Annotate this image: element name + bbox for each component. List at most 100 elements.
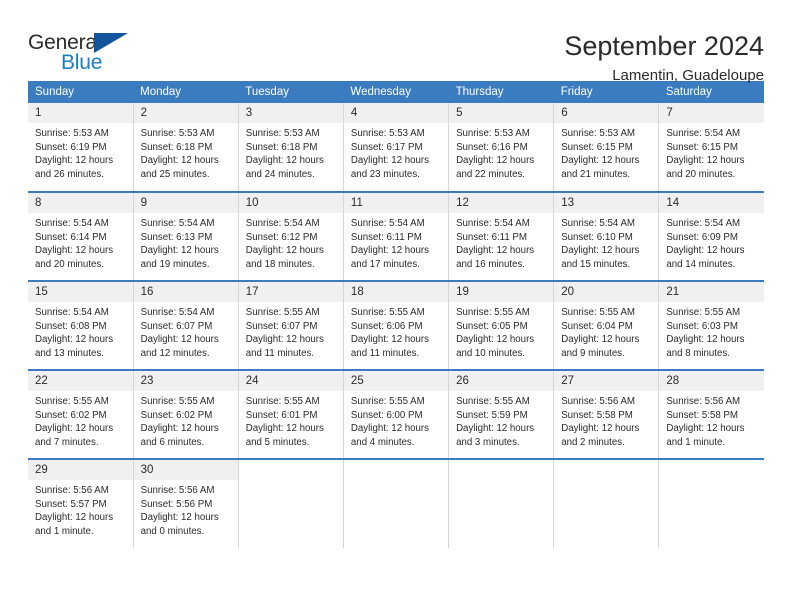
day-details: Sunrise: 5:53 AM Sunset: 6:16 PM Daylight:… bbox=[449, 123, 553, 181]
calendar-day-cell[interactable]: 23 Sunrise: 5:55 AM Sunset: 6:02 PM Dayligh… bbox=[133, 369, 239, 459]
calendar-day-cell[interactable]: 29 Sunrise: 5:56 AM Sunset: 5:57 PM Dayligh… bbox=[28, 458, 134, 548]
calendar-day-cell[interactable]: 4 Sunrise: 5:53 AM Sunset: 6:17 PM Daylight… bbox=[343, 103, 450, 192]
calendar-day-cell[interactable]: 10 Sunrise: 5:54 AM Sunset: 6:12 PM Dayligh… bbox=[238, 191, 344, 281]
daylight-text-line1: Daylight: 12 hours bbox=[666, 334, 745, 346]
day-number: 14 bbox=[659, 193, 764, 213]
title-block: September 2024 Lamentin, Guadeloupe bbox=[564, 30, 764, 86]
sunrise-text: Sunrise: 5:55 AM bbox=[35, 396, 109, 407]
calendar-empty-cell bbox=[238, 458, 344, 548]
daylight-text-line2: and 20 minutes. bbox=[35, 258, 104, 270]
day-details: Sunrise: 5:55 AM Sunset: 6:01 PM Daylight:… bbox=[239, 391, 343, 449]
day-number-empty bbox=[238, 460, 343, 480]
sunset-text: Sunset: 6:15 PM bbox=[561, 141, 633, 153]
calendar-day-cell[interactable]: 2 Sunrise: 5:53 AM Sunset: 6:18 PM Daylight… bbox=[133, 103, 239, 192]
calendar-day-cell[interactable]: 11 Sunrise: 5:54 AM Sunset: 6:11 PM Dayligh… bbox=[343, 191, 450, 281]
calendar-day-cell[interactable]: 25 Sunrise: 5:55 AM Sunset: 6:00 PM Dayligh… bbox=[343, 369, 450, 459]
day-number: 25 bbox=[343, 371, 449, 391]
calendar-day-cell[interactable]: 19 Sunrise: 5:55 AM Sunset: 6:05 PM Dayligh… bbox=[448, 280, 555, 370]
day-details: Sunrise: 5:53 AM Sunset: 6:17 PM Daylight:… bbox=[344, 123, 448, 181]
sunset-text: Sunset: 6:12 PM bbox=[245, 231, 318, 243]
sunset-text: Sunset: 6:16 PM bbox=[456, 141, 528, 153]
day-details: Sunrise: 5:55 AM Sunset: 6:03 PM Daylight:… bbox=[659, 302, 764, 360]
sunrise-text: Sunrise: 5:54 AM bbox=[666, 218, 741, 229]
daylight-text-line2: and 1 minute. bbox=[666, 436, 726, 448]
calendar-day-cell[interactable]: 24 Sunrise: 5:55 AM Sunset: 6:01 PM Dayligh… bbox=[238, 369, 344, 459]
sunset-text: Sunset: 6:07 PM bbox=[245, 320, 318, 332]
sunrise-text: Sunrise: 5:54 AM bbox=[350, 218, 425, 229]
page-header: General Blue September 2024 Lamentin, Gu… bbox=[28, 0, 764, 84]
calendar-table: Sunday Monday Tuesday Wednesday Thursday… bbox=[28, 81, 764, 548]
sunrise-text: Sunrise: 5:53 AM bbox=[245, 128, 320, 139]
day-number: 10 bbox=[238, 193, 343, 213]
daylight-text-line2: and 22 minutes. bbox=[456, 168, 525, 180]
calendar-empty-cell bbox=[658, 458, 764, 548]
sunrise-text: Sunrise: 5:55 AM bbox=[350, 396, 425, 407]
sunset-text: Sunset: 6:07 PM bbox=[140, 320, 213, 332]
sunrise-text: Sunrise: 5:55 AM bbox=[456, 307, 530, 318]
calendar-day-cell[interactable]: 3 Sunrise: 5:53 AM Sunset: 6:18 PM Daylight… bbox=[238, 103, 344, 192]
sunrise-text: Sunrise: 5:53 AM bbox=[456, 128, 530, 139]
daylight-text-line2: and 4 minutes. bbox=[350, 436, 415, 448]
calendar-day-cell[interactable]: 27 Sunrise: 5:56 AM Sunset: 5:58 PM Dayligh… bbox=[553, 369, 660, 459]
daylight-text-line2: and 11 minutes. bbox=[245, 347, 314, 359]
daylight-text-line1: Daylight: 12 hours bbox=[35, 423, 114, 435]
daylight-text-line2: and 0 minutes. bbox=[140, 525, 205, 537]
sunrise-text: Sunrise: 5:53 AM bbox=[35, 128, 109, 139]
calendar-day-cell[interactable]: 8 Sunrise: 5:54 AM Sunset: 6:14 PM Daylight… bbox=[28, 191, 134, 281]
calendar-day-cell[interactable]: 16 Sunrise: 5:54 AM Sunset: 6:07 PM Dayligh… bbox=[133, 280, 239, 370]
calendar-day-cell[interactable]: 5 Sunrise: 5:53 AM Sunset: 6:16 PM Daylight… bbox=[448, 103, 555, 192]
calendar-empty-cell bbox=[448, 458, 555, 548]
calendar-day-cell[interactable]: 21 Sunrise: 5:55 AM Sunset: 6:03 PM Dayligh… bbox=[658, 280, 764, 370]
daylight-text-line2: and 19 minutes. bbox=[140, 258, 210, 270]
sunset-text: Sunset: 5:59 PM bbox=[456, 409, 528, 421]
calendar-day-cell[interactable]: 28 Sunrise: 5:56 AM Sunset: 5:58 PM Dayligh… bbox=[658, 369, 764, 459]
calendar-day-cell[interactable]: 22 Sunrise: 5:55 AM Sunset: 6:02 PM Dayligh… bbox=[28, 369, 134, 459]
day-details: Sunrise: 5:54 AM Sunset: 6:11 PM Daylight:… bbox=[449, 213, 553, 271]
daylight-text-line1: Daylight: 12 hours bbox=[350, 245, 430, 257]
day-details: Sunrise: 5:53 AM Sunset: 6:18 PM Daylight:… bbox=[239, 123, 343, 181]
daylight-text-line1: Daylight: 12 hours bbox=[140, 155, 219, 167]
calendar-week-row: 22 Sunrise: 5:55 AM Sunset: 6:02 PM Dayligh… bbox=[28, 369, 764, 459]
sunrise-text: Sunrise: 5:54 AM bbox=[666, 128, 741, 139]
day-details: Sunrise: 5:53 AM Sunset: 6:18 PM Daylight:… bbox=[134, 123, 238, 181]
weekday-header-wednesday: Wednesday bbox=[343, 81, 449, 103]
sunset-text: Sunset: 6:01 PM bbox=[245, 409, 318, 421]
daylight-text-line1: Daylight: 12 hours bbox=[245, 155, 324, 167]
calendar-day-cell[interactable]: 15 Sunrise: 5:54 AM Sunset: 6:08 PM Dayligh… bbox=[28, 280, 134, 370]
calendar-day-cell[interactable]: 1 Sunrise: 5:53 AM Sunset: 6:19 PM Daylight… bbox=[28, 103, 134, 192]
triangle-icon bbox=[94, 33, 128, 53]
day-number: 26 bbox=[449, 371, 554, 391]
day-number: 7 bbox=[659, 103, 764, 123]
sunrise-text: Sunrise: 5:54 AM bbox=[245, 218, 320, 229]
logo-text-general: General bbox=[28, 31, 102, 54]
calendar-day-cell[interactable]: 7 Sunrise: 5:54 AM Sunset: 6:15 PM Daylight… bbox=[658, 103, 764, 192]
calendar-day-cell[interactable]: 20 Sunrise: 5:55 AM Sunset: 6:04 PM Dayligh… bbox=[553, 280, 660, 370]
calendar-day-cell[interactable]: 26 Sunrise: 5:55 AM Sunset: 5:59 PM Dayligh… bbox=[448, 369, 555, 459]
calendar-day-cell[interactable]: 18 Sunrise: 5:55 AM Sunset: 6:06 PM Dayligh… bbox=[343, 280, 450, 370]
weekday-header-tuesday: Tuesday bbox=[238, 81, 344, 103]
day-number-empty bbox=[343, 460, 449, 480]
daylight-text-line2: and 7 minutes. bbox=[35, 436, 99, 448]
daylight-text-line2: and 9 minutes. bbox=[561, 347, 625, 359]
day-details: Sunrise: 5:54 AM Sunset: 6:08 PM Daylight:… bbox=[28, 302, 133, 360]
day-number: 16 bbox=[133, 282, 238, 302]
daylight-text-line2: and 3 minutes. bbox=[456, 436, 520, 448]
calendar-day-cell[interactable]: 17 Sunrise: 5:55 AM Sunset: 6:07 PM Dayligh… bbox=[238, 280, 344, 370]
day-number-empty bbox=[449, 460, 554, 480]
daylight-text-line2: and 1 minute. bbox=[35, 525, 94, 537]
day-details: Sunrise: 5:54 AM Sunset: 6:07 PM Daylight:… bbox=[134, 302, 238, 360]
weekday-header-thursday: Thursday bbox=[448, 81, 554, 103]
day-details: Sunrise: 5:54 AM Sunset: 6:13 PM Daylight:… bbox=[134, 213, 238, 271]
daylight-text-line1: Daylight: 12 hours bbox=[140, 334, 219, 346]
calendar-day-cell[interactable]: 6 Sunrise: 5:53 AM Sunset: 6:15 PM Daylight… bbox=[553, 103, 660, 192]
calendar-day-cell[interactable]: 12 Sunrise: 5:54 AM Sunset: 6:11 PM Dayligh… bbox=[448, 191, 555, 281]
calendar-day-cell[interactable]: 9 Sunrise: 5:54 AM Sunset: 6:13 PM Daylight… bbox=[133, 191, 239, 281]
day-details: Sunrise: 5:55 AM Sunset: 6:02 PM Daylight:… bbox=[134, 391, 238, 449]
calendar-day-cell[interactable]: 30 Sunrise: 5:56 AM Sunset: 5:56 PM Dayligh… bbox=[133, 458, 239, 548]
calendar-day-cell[interactable]: 13 Sunrise: 5:54 AM Sunset: 6:10 PM Dayligh… bbox=[553, 191, 660, 281]
daylight-text-line1: Daylight: 12 hours bbox=[456, 334, 535, 346]
calendar-day-cell[interactable]: 14 Sunrise: 5:54 AM Sunset: 6:09 PM Dayligh… bbox=[658, 191, 764, 281]
daylight-text-line1: Daylight: 12 hours bbox=[456, 245, 535, 257]
sunset-text: Sunset: 5:58 PM bbox=[561, 409, 633, 421]
day-number: 28 bbox=[659, 371, 764, 391]
